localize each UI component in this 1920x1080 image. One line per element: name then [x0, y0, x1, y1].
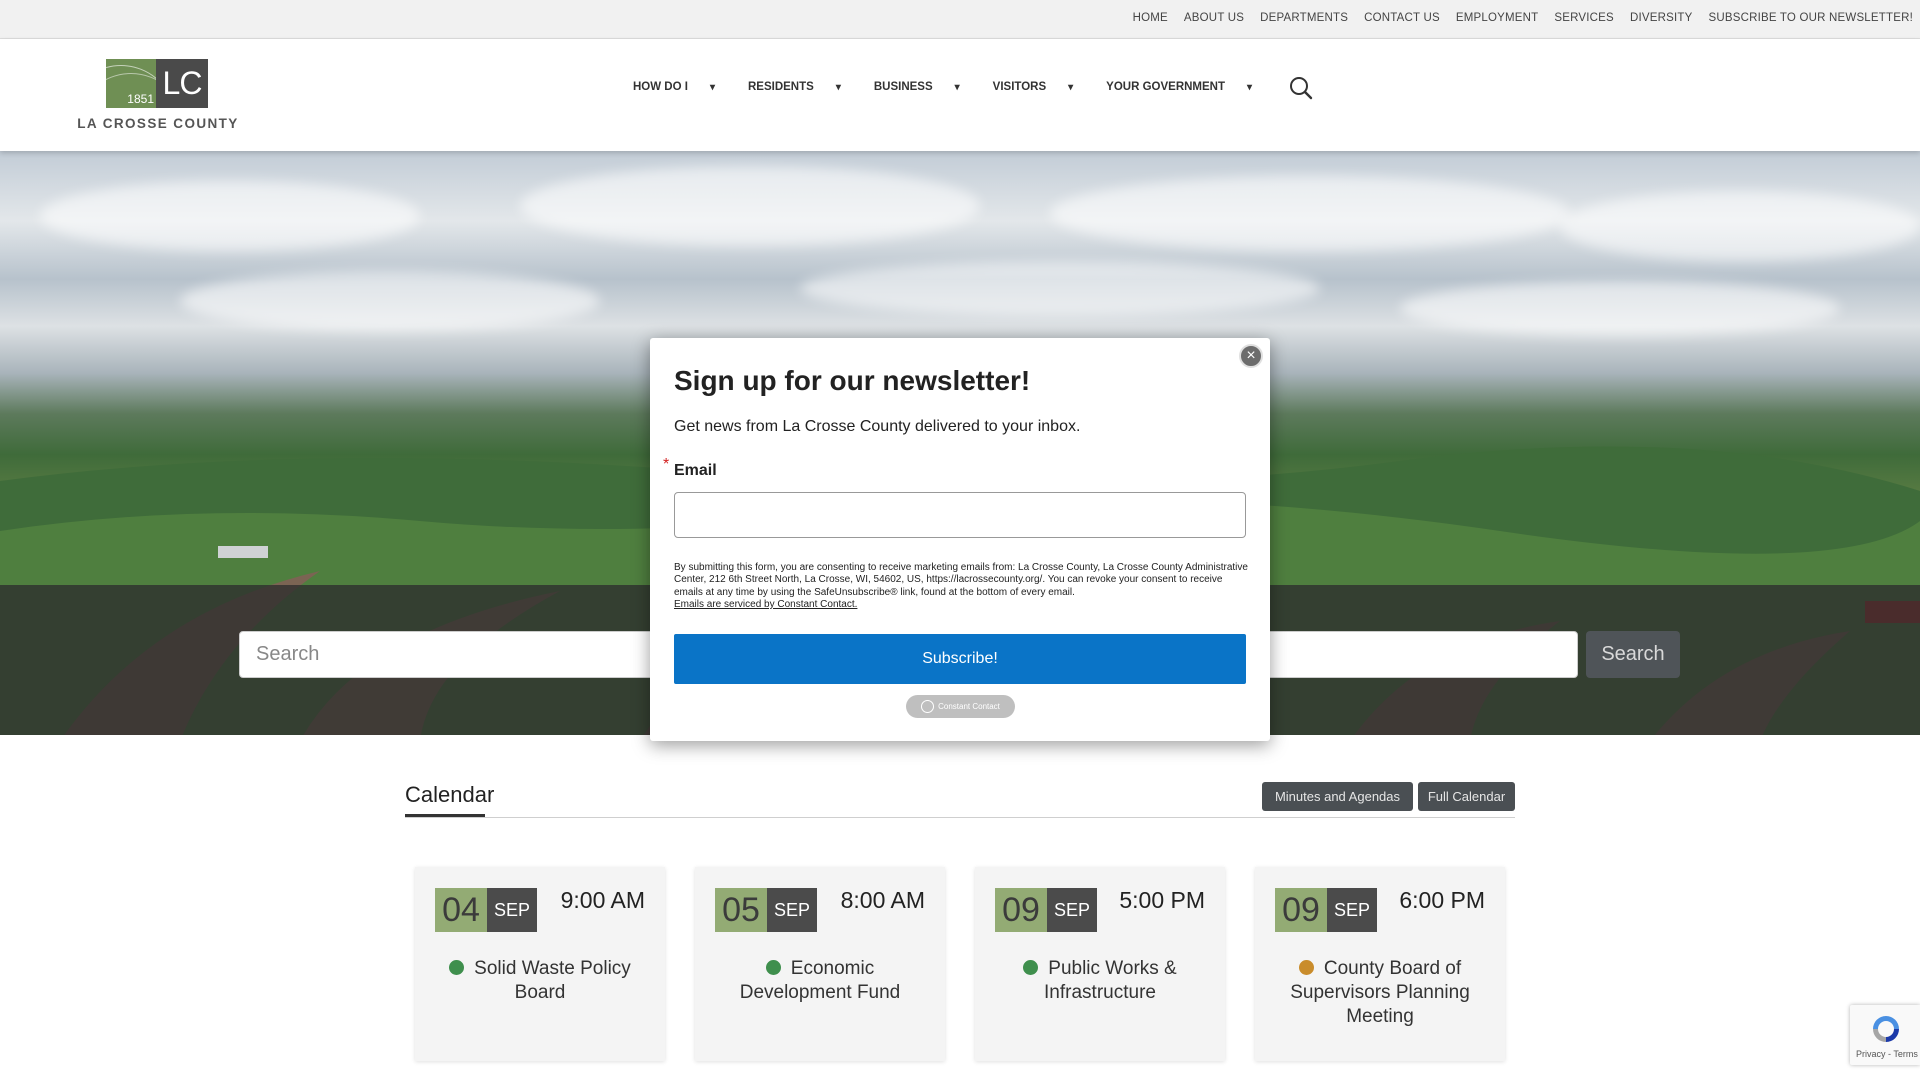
- utility-link-services[interactable]: SERVICES: [1554, 12, 1614, 24]
- recaptcha-icon: [1873, 1016, 1899, 1042]
- nav-item-how-do-i[interactable]: HOW DO I ▾: [633, 79, 715, 95]
- event-date: 04 SEP: [435, 888, 537, 932]
- nav-item-visitors[interactable]: VISITORS ▾: [993, 79, 1074, 95]
- event-time: 8:00 AM: [840, 887, 925, 913]
- constant-contact-badge[interactable]: Constant Contact: [906, 695, 1015, 718]
- event-month: SEP: [1327, 888, 1377, 932]
- event-category-dot: [1298, 960, 1314, 975]
- event-title-wrap: Economic Development Fund: [713, 957, 927, 1005]
- event-title[interactable]: County Board of Supervisors Planning Mee…: [1290, 958, 1470, 1027]
- event-date: 09 SEP: [995, 888, 1097, 932]
- nav-item-residents[interactable]: RESIDENTS ▾: [748, 79, 841, 95]
- email-label: Email: [674, 462, 717, 479]
- full-calendar-button[interactable]: Full Calendar: [1418, 782, 1515, 811]
- county-logo[interactable]: 1851 LC LA CROSSE COUNTY: [76, 59, 240, 151]
- event-day: 09: [995, 888, 1047, 932]
- event-title[interactable]: Public Works & Infrastructure: [1044, 958, 1177, 1003]
- site-header: 1851 LC LA CROSSE COUNTY HOW DO I ▾ RESI…: [0, 39, 1920, 151]
- event-day: 04: [435, 888, 487, 932]
- utility-link-departments[interactable]: DEPARTMENTS: [1260, 12, 1348, 24]
- consent-text: By submitting this form, you are consent…: [674, 562, 1248, 611]
- constant-contact-link[interactable]: Emails are serviced by Constant Contact.: [674, 599, 1248, 611]
- utility-bar: HOME ABOUT US DEPARTMENTS CONTACT US EMP…: [0, 0, 1920, 39]
- event-time: 5:00 PM: [1119, 887, 1205, 913]
- newsletter-modal: × Sign up for our newsletter! Get news f…: [650, 338, 1270, 741]
- nav-item-label: VISITORS: [992, 81, 1047, 93]
- event-day: 05: [715, 888, 767, 932]
- utility-link-home[interactable]: HOME: [1133, 12, 1168, 24]
- minutes-and-agendas-button[interactable]: Minutes and Agendas: [1262, 782, 1413, 811]
- event-day: 09: [1275, 888, 1327, 932]
- utility-link-about-us[interactable]: ABOUT US: [1184, 12, 1244, 24]
- calendar-divider: [405, 817, 1515, 818]
- event-time: 9:00 AM: [560, 887, 645, 913]
- event-date: 05 SEP: [715, 888, 817, 932]
- nav-item-label: BUSINESS: [873, 81, 933, 93]
- event-card[interactable]: 09 SEP 5:00 PM Public Works & Infrastruc…: [975, 867, 1225, 1061]
- event-month: SEP: [1047, 888, 1097, 932]
- recaptcha-terms[interactable]: Privacy - Terms: [1856, 1049, 1918, 1059]
- nav-item-label: YOUR GOVERNMENT: [1106, 81, 1226, 93]
- event-category-dot: [765, 960, 781, 975]
- close-icon[interactable]: ×: [1239, 344, 1263, 368]
- event-card[interactable]: 09 SEP 6:00 PM County Board of Superviso…: [1255, 867, 1505, 1061]
- hero-search-button[interactable]: Search: [1586, 631, 1680, 678]
- email-field[interactable]: [674, 492, 1246, 538]
- event-time: 6:00 PM: [1399, 887, 1485, 913]
- event-date: 09 SEP: [1275, 888, 1377, 932]
- subscribe-button[interactable]: Subscribe!: [674, 634, 1246, 684]
- chevron-down-icon: ▾: [709, 81, 715, 93]
- nav-item-business[interactable]: BUSINESS ▾: [874, 79, 960, 95]
- recaptcha-badge[interactable]: Privacy - Terms: [1850, 1005, 1920, 1065]
- logo-green-panel: 1851: [106, 59, 156, 108]
- required-asterisk: *: [663, 456, 670, 473]
- chevron-down-icon: ▾: [1247, 81, 1253, 93]
- chevron-down-icon: ▾: [954, 81, 960, 93]
- nav-item-label: RESIDENTS: [747, 81, 814, 93]
- event-card[interactable]: 05 SEP 8:00 AM Economic Development Fund: [695, 867, 945, 1061]
- event-category-dot: [449, 960, 465, 975]
- utility-link-subscribe[interactable]: SUBSCRIBE TO OUR NEWSLETTER!: [1708, 12, 1913, 24]
- main-nav: HOW DO I ▾ RESIDENTS ▾ BUSINESS ▾ VISITO…: [633, 79, 1285, 95]
- logo-mark: 1851 LC: [106, 59, 208, 108]
- header-search-button[interactable]: [1288, 75, 1314, 101]
- badge-label: Constant Contact: [938, 702, 1000, 711]
- modal-subtitle: Get news from La Crosse County delivered…: [674, 418, 1081, 435]
- event-month: SEP: [487, 888, 537, 932]
- logo-year: 1851: [127, 92, 154, 106]
- event-title-wrap: Public Works & Infrastructure: [993, 957, 1207, 1005]
- utility-link-employment[interactable]: EMPLOYMENT: [1456, 12, 1539, 24]
- consent-body: By submitting this form, you are consent…: [674, 562, 1248, 598]
- utility-nav: HOME ABOUT US DEPARTMENTS CONTACT US EMP…: [1133, 0, 1913, 36]
- event-month: SEP: [767, 888, 817, 932]
- event-card[interactable]: 04 SEP 9:00 AM Solid Waste Policy Board: [415, 867, 665, 1061]
- event-title-wrap: Solid Waste Policy Board: [433, 957, 647, 1005]
- utility-link-contact-us[interactable]: CONTACT US: [1364, 12, 1440, 24]
- logo-county-name: LA CROSSE COUNTY: [77, 116, 239, 131]
- calendar-section: Calendar Minutes and Agendas Full Calend…: [405, 776, 1515, 1076]
- logo-initials: LC: [156, 59, 208, 108]
- search-icon: [1290, 77, 1313, 100]
- modal-title: Sign up for our newsletter!: [674, 365, 1031, 396]
- event-title[interactable]: Economic Development Fund: [740, 958, 901, 1003]
- utility-link-diversity[interactable]: DIVERSITY: [1630, 12, 1693, 24]
- event-category-dot: [1023, 960, 1039, 975]
- event-title-wrap: County Board of Supervisors Planning Mee…: [1273, 957, 1487, 1029]
- nav-item-your-government[interactable]: YOUR GOVERNMENT ▾: [1106, 79, 1252, 95]
- nav-item-label: HOW DO I: [633, 81, 688, 93]
- constant-contact-icon: [921, 700, 935, 713]
- chevron-down-icon: ▾: [1068, 81, 1074, 93]
- chevron-down-icon: ▾: [835, 81, 841, 93]
- calendar-title: Calendar: [405, 782, 495, 807]
- event-title[interactable]: Solid Waste Policy Board: [474, 958, 631, 1003]
